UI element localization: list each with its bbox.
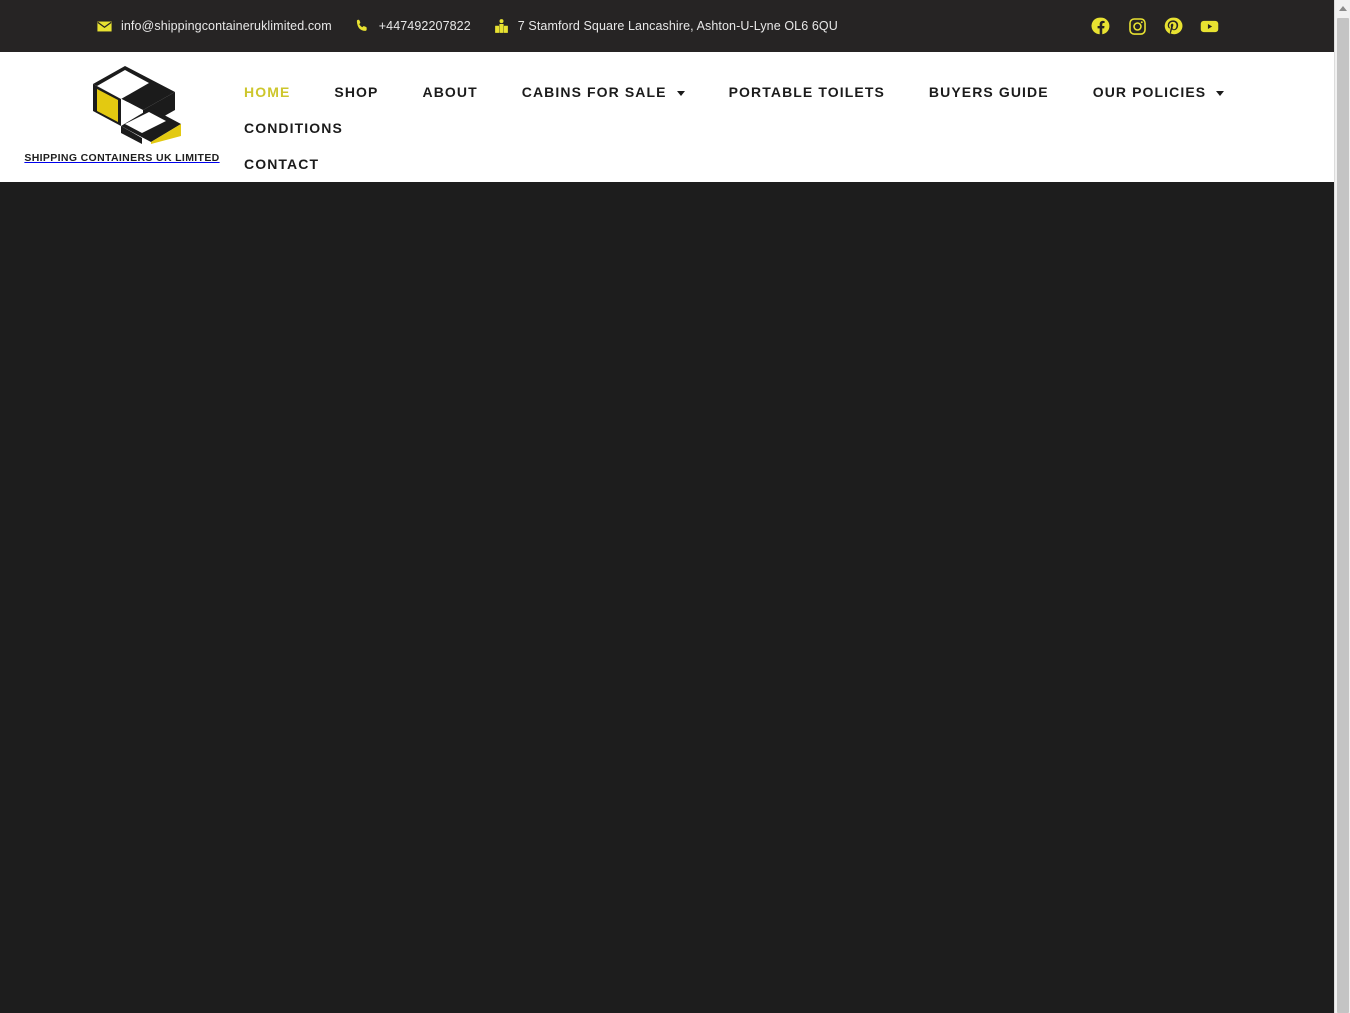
contact-address-label: 7 Stamford Square Lancashire, Ashton-U-L… bbox=[517, 19, 838, 33]
instagram-icon bbox=[1128, 17, 1147, 36]
contact-email-label: info@shippingcontaineruklimited.com bbox=[121, 19, 332, 33]
logo-wordmark: SHIPPING CONTAINERS UK LIMITED bbox=[24, 152, 220, 164]
nav-item-conditions-label: CONDITIONS bbox=[244, 120, 343, 136]
browser-page: info@shippingcontaineruklimited.com +447… bbox=[0, 0, 1350, 1013]
envelope-icon bbox=[96, 18, 113, 35]
chevron-down-icon bbox=[1216, 90, 1225, 96]
scrollbar-up-button[interactable] bbox=[1335, 0, 1350, 17]
vertical-scrollbar[interactable] bbox=[1334, 0, 1350, 1013]
youtube-icon bbox=[1199, 16, 1220, 37]
page-viewport: info@shippingcontaineruklimited.com +447… bbox=[0, 0, 1334, 1013]
site-logo[interactable]: SHIPPING CONTAINERS UK LIMITED bbox=[22, 52, 222, 164]
main-navigation-row-2: CONTACT bbox=[222, 146, 1304, 182]
nav-item-cabins-for-sale[interactable]: CABINS FOR SALE bbox=[500, 74, 707, 110]
facebook-icon bbox=[1091, 16, 1111, 36]
nav-item-our-policies-label: OUR POLICIES bbox=[1092, 84, 1207, 100]
top-contact-bar: info@shippingcontaineruklimited.com +447… bbox=[0, 0, 1334, 52]
nav-item-buyers-guide[interactable]: BUYERS GUIDE bbox=[907, 74, 1071, 110]
nav-item-conditions[interactable]: CONDITIONS bbox=[222, 110, 365, 146]
nav-item-contact-label: CONTACT bbox=[244, 156, 320, 172]
nav-item-about[interactable]: ABOUT bbox=[400, 74, 499, 110]
contact-phone-label: +447492207822 bbox=[378, 19, 471, 33]
nav-item-about-label: ABOUT bbox=[422, 84, 478, 100]
instagram-link[interactable] bbox=[1126, 15, 1148, 37]
contact-info-group: info@shippingcontaineruklimited.com +447… bbox=[96, 18, 1090, 35]
youtube-link[interactable] bbox=[1198, 15, 1220, 37]
nav-item-portable-toilets[interactable]: PORTABLE TOILETS bbox=[707, 74, 907, 110]
social-links-group bbox=[1090, 15, 1316, 37]
nav-item-cabins-for-sale-label: CABINS FOR SALE bbox=[521, 84, 667, 100]
scrollbar-thumb[interactable] bbox=[1337, 18, 1349, 1013]
contact-address[interactable]: 7 Stamford Square Lancashire, Ashton-U-L… bbox=[493, 18, 838, 35]
page-content-area bbox=[0, 182, 1334, 1013]
nav-item-shop-label: SHOP bbox=[334, 84, 379, 100]
chevron-up-icon bbox=[1339, 6, 1347, 11]
facebook-link[interactable] bbox=[1090, 15, 1112, 37]
nav-item-our-policies[interactable]: OUR POLICIES bbox=[1071, 74, 1247, 110]
pinterest-link[interactable] bbox=[1162, 15, 1184, 37]
nav-item-contact[interactable]: CONTACT bbox=[222, 146, 341, 182]
site-header: SHIPPING CONTAINERS UK LIMITED HOME SHOP… bbox=[0, 52, 1334, 182]
contact-phone[interactable]: +447492207822 bbox=[354, 18, 471, 35]
nav-item-shop[interactable]: SHOP bbox=[312, 74, 400, 110]
nav-item-portable-toilets-label: PORTABLE TOILETS bbox=[728, 84, 885, 100]
pinterest-icon bbox=[1163, 16, 1183, 36]
map-location-icon bbox=[493, 18, 510, 35]
nav-item-buyers-guide-label: BUYERS GUIDE bbox=[928, 84, 1049, 100]
main-navigation: HOME SHOP ABOUT CABINS FOR SALE PORTABLE… bbox=[222, 52, 1304, 182]
chevron-down-icon bbox=[676, 90, 685, 96]
contact-email[interactable]: info@shippingcontaineruklimited.com bbox=[96, 18, 332, 35]
phone-icon bbox=[354, 18, 371, 35]
shipping-container-logo-icon bbox=[63, 60, 181, 150]
nav-item-home[interactable]: HOME bbox=[222, 74, 312, 110]
nav-item-home-label: HOME bbox=[244, 84, 291, 100]
